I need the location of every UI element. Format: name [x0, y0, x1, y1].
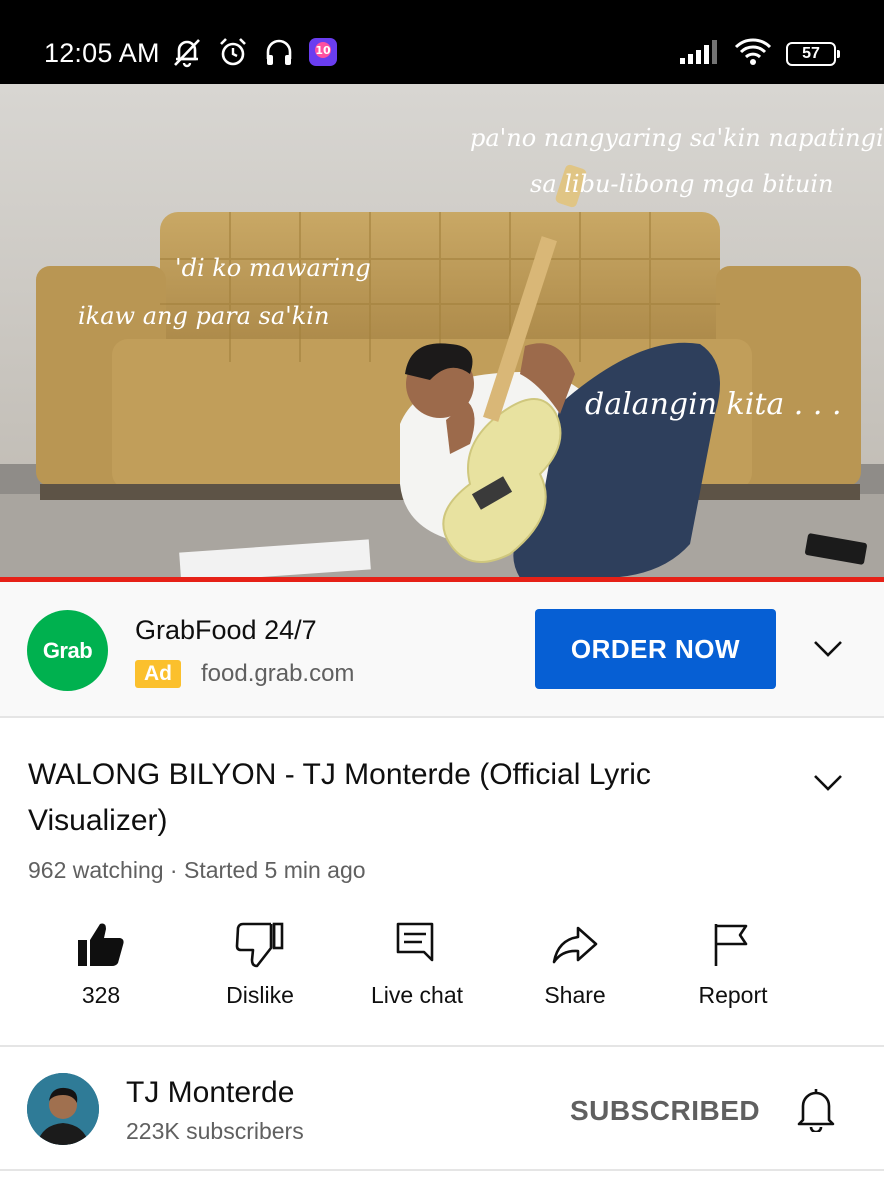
notification-bell-icon[interactable]	[795, 1086, 837, 1137]
lyric-line-2: sa libu-libong mga bituin	[530, 170, 833, 198]
thumbs-down-icon	[235, 922, 284, 968]
share-label: Share	[544, 982, 606, 1008]
video-player[interactable]: pa'no nangyaring sa'kin napatingin? sa l…	[0, 84, 884, 578]
thumbs-up-icon	[78, 923, 124, 966]
channel-name[interactable]: TJ Monterde	[126, 1076, 294, 1110]
ad-url[interactable]: food.grab.com	[201, 660, 354, 688]
live-chat-label: Live chat	[370, 982, 464, 1008]
save-label: Sa	[866, 982, 884, 1009]
subscribed-button[interactable]: SUBSCRIBED	[570, 1095, 760, 1127]
subscriber-count: 223K subscribers	[126, 1118, 304, 1144]
mute-icon	[170, 35, 204, 74]
status-time: 12:05 AM	[44, 38, 160, 68]
save-icon	[839, 920, 884, 968]
ad-banner[interactable]: Grab GrabFood 24/7 Ad food.grab.com ORDE…	[0, 582, 884, 718]
flag-icon	[714, 924, 748, 966]
expand-description-icon[interactable]	[812, 766, 844, 798]
video-frame: pa'no nangyaring sa'kin napatingin? sa l…	[0, 84, 884, 578]
divider	[0, 1169, 884, 1171]
lyric-line-4: ikaw ang para sa'kin	[78, 302, 329, 330]
chevron-down-icon[interactable]	[812, 632, 844, 664]
video-meta: 962 watching · Started 5 min ago	[28, 857, 366, 883]
grab-logo: Grab	[27, 610, 108, 691]
order-now-button[interactable]: ORDER NOW	[535, 609, 776, 689]
report-label: Report	[698, 982, 768, 1008]
share-icon	[552, 926, 598, 964]
wifi-icon	[734, 37, 772, 72]
divider	[0, 1045, 884, 1047]
dislike-label: Dislike	[226, 982, 294, 1008]
alarm-icon	[216, 35, 250, 74]
channel-avatar[interactable]	[27, 1073, 99, 1145]
video-title[interactable]: WALONG BILYON - TJ Monterde (Official Ly…	[28, 752, 788, 844]
action-row: 328 Dislike Live chat Share Report Sa	[0, 920, 884, 1030]
like-count: 328	[81, 982, 121, 1008]
headphones-icon	[262, 35, 296, 74]
like-button[interactable]: 328	[31, 920, 171, 1009]
status-icons-left: 10	[170, 36, 338, 72]
app-icon: 10	[308, 37, 338, 72]
dislike-button[interactable]: Dislike	[190, 920, 330, 1009]
lyric-line-3: 'di ko mawaring	[175, 254, 371, 282]
status-bar: 12:05 AM 10 57	[0, 0, 884, 84]
report-button[interactable]: Report	[663, 920, 803, 1009]
svg-text:10: 10	[315, 44, 331, 57]
battery-icon: 57	[786, 42, 840, 66]
save-button[interactable]: Sa	[794, 920, 884, 1009]
signal-icon	[680, 39, 720, 70]
chat-icon	[396, 922, 434, 962]
ad-title[interactable]: GrabFood 24/7	[135, 615, 317, 646]
live-chat-button[interactable]: Live chat	[347, 920, 487, 1009]
lyric-line-5: dalangin kita . . .	[585, 387, 841, 422]
share-button[interactable]: Share	[505, 920, 645, 1009]
ad-badge: Ad	[135, 660, 181, 688]
lyric-line-1: pa'no nangyaring sa'kin napatingin?	[470, 124, 884, 152]
status-icons-right: 57	[680, 36, 840, 72]
